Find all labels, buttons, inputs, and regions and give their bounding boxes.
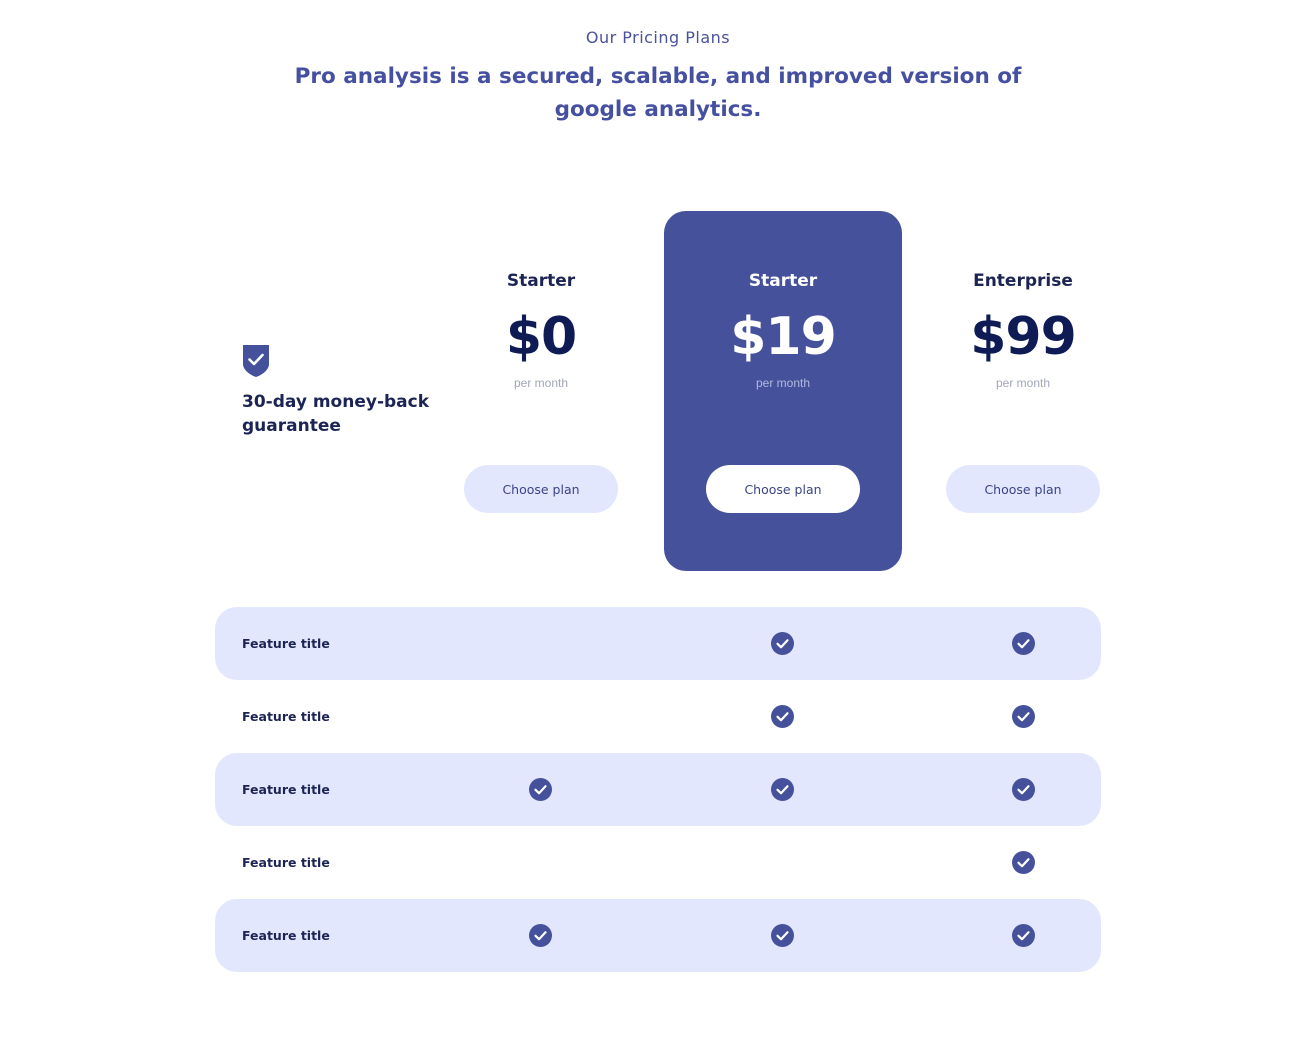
plan-card-starter-free: Starter $0 per month Choose plan: [422, 211, 660, 571]
plan-period: per month: [513, 376, 569, 390]
check-circle-icon: [1012, 632, 1035, 655]
feature-comparison-table: Feature title Feature title Feature titl…: [215, 607, 1101, 972]
plan-price: $99: [970, 307, 1077, 367]
section-eyebrow: Our Pricing Plans: [585, 28, 731, 47]
plan-name: Enterprise: [973, 271, 1073, 291]
feature-title: Feature title: [242, 709, 330, 724]
feature-title: Feature title: [242, 782, 330, 797]
check-circle-icon: [771, 632, 794, 655]
check-circle-icon: [529, 778, 552, 801]
feature-title: Feature title: [242, 636, 330, 651]
plan-price: $19: [730, 307, 837, 367]
check-circle-icon: [529, 924, 552, 947]
feature-row: Feature title: [215, 753, 1101, 826]
feature-row: Feature title: [215, 826, 1101, 899]
choose-plan-button-starter-featured[interactable]: Choose plan: [706, 465, 860, 513]
check-circle-icon: [1012, 924, 1035, 947]
section-headline: Pro analysis is a secured, scalable, and…: [294, 64, 1022, 122]
plan-name: Starter: [506, 271, 576, 291]
plan-period: per month: [995, 376, 1051, 390]
choose-plan-button-starter-free[interactable]: Choose plan: [464, 465, 618, 513]
choose-plan-button-enterprise[interactable]: Choose plan: [946, 465, 1100, 513]
feature-row: Feature title: [215, 680, 1101, 753]
feature-title: Feature title: [242, 928, 330, 943]
feature-row: Feature title: [215, 899, 1101, 972]
feature-row: Feature title: [215, 607, 1101, 680]
check-circle-icon: [771, 705, 794, 728]
check-circle-icon: [771, 924, 794, 947]
shield-check-icon: [243, 345, 269, 377]
pricing-page: Our Pricing Plans Pro analysis is a secu…: [0, 0, 1316, 1042]
plan-price: $0: [505, 307, 577, 367]
plan-period: per month: [755, 376, 811, 390]
check-circle-icon: [1012, 705, 1035, 728]
plan-card-starter-featured: Starter $19 per month Choose plan: [664, 211, 902, 571]
plan-card-enterprise: Enterprise $99 per month Choose plan: [904, 211, 1142, 571]
check-circle-icon: [771, 778, 794, 801]
feature-title: Feature title: [242, 855, 330, 870]
check-circle-icon: [1012, 851, 1035, 874]
check-circle-icon: [1012, 778, 1035, 801]
plan-name: Starter: [748, 271, 818, 291]
